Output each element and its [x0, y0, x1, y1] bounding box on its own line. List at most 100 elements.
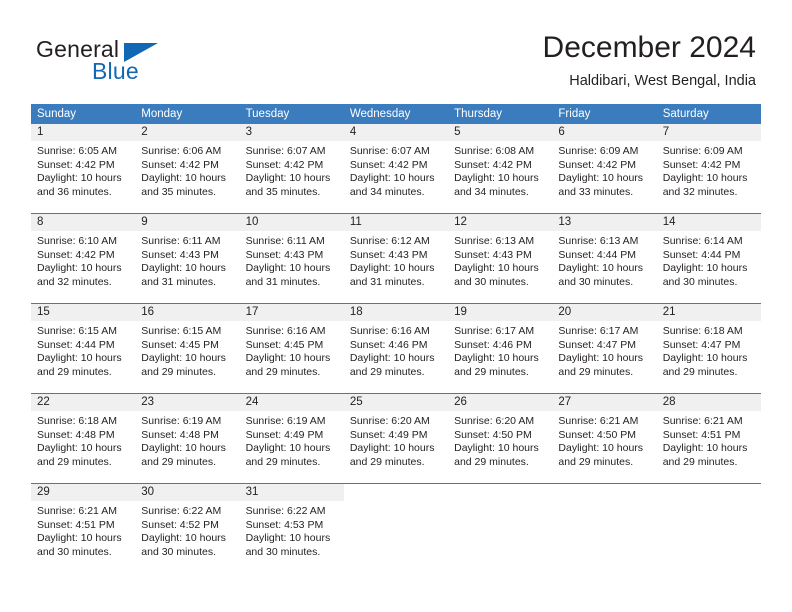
calendar-page: General Blue December 2024 Haldibari, We…	[0, 0, 792, 612]
location-subtitle: Haldibari, West Bengal, India	[569, 73, 756, 89]
day-details: Sunrise: 6:07 AM Sunset: 4:42 PM Daylight:…	[344, 141, 448, 199]
daylight-text-line1: Daylight: 10 hours	[141, 172, 226, 185]
calendar-day-cell[interactable]: 3 Sunrise: 6:07 AM Sunset: 4:42 PM Daylight…	[239, 124, 344, 213]
calendar-day-cell[interactable]: 1 Sunrise: 6:05 AM Sunset: 4:42 PM Daylight…	[31, 124, 136, 213]
calendar-day-cell[interactable]: 31 Sunrise: 6:22 AM Sunset: 4:53 PM Dayligh…	[239, 484, 344, 573]
day-number-band: 2	[135, 124, 240, 141]
calendar-day-cell[interactable]: 14 Sunrise: 6:14 AM Sunset: 4:44 PM Dayligh…	[656, 214, 761, 303]
day-number-band	[344, 484, 448, 501]
calendar-day-cell[interactable]: 30 Sunrise: 6:22 AM Sunset: 4:52 PM Dayligh…	[135, 484, 240, 573]
calendar-day-cell[interactable]: 29 Sunrise: 6:21 AM Sunset: 4:51 PM Dayligh…	[31, 484, 136, 573]
day-details: Sunrise: 6:16 AM Sunset: 4:45 PM Daylight:…	[240, 321, 344, 379]
day-number-band: 28	[656, 394, 761, 411]
day-details: Sunrise: 6:09 AM Sunset: 4:42 PM Daylight:…	[657, 141, 761, 199]
daylight-text-line1: Daylight: 10 hours	[37, 262, 122, 275]
calendar-day-cell[interactable]: 5 Sunrise: 6:08 AM Sunset: 4:42 PM Daylight…	[448, 124, 553, 213]
day-details: Sunrise: 6:10 AM Sunset: 4:42 PM Daylight:…	[31, 231, 135, 289]
sunset-text: Sunset: 4:46 PM	[349, 338, 428, 351]
calendar-day-cell[interactable]: 18 Sunrise: 6:16 AM Sunset: 4:46 PM Dayligh…	[343, 304, 449, 393]
day-number: 11	[349, 216, 362, 228]
sunset-text: Sunset: 4:50 PM	[454, 428, 532, 441]
weekday-thursday: Thursday	[454, 108, 503, 120]
calendar-day-cell[interactable]: 6 Sunrise: 6:09 AM Sunset: 4:42 PM Daylight…	[552, 124, 657, 213]
day-number-band: 10	[239, 214, 344, 231]
daylight-text-line1: Daylight: 10 hours	[558, 442, 644, 455]
daylight-text-line1: Daylight: 10 hours	[349, 262, 435, 275]
day-details: Sunrise: 6:20 AM Sunset: 4:49 PM Daylight:…	[344, 411, 448, 469]
day-number-band: 24	[239, 394, 344, 411]
calendar-day-cell[interactable]: 11 Sunrise: 6:12 AM Sunset: 4:43 PM Dayligh…	[343, 214, 449, 303]
sunrise-text: Sunrise: 6:07 AM	[349, 145, 430, 157]
day-number: 16	[141, 306, 155, 318]
calendar-day-cell[interactable]: 10 Sunrise: 6:11 AM Sunset: 4:43 PM Dayligh…	[239, 214, 344, 303]
sunrise-text: Sunrise: 6:20 AM	[349, 415, 430, 427]
calendar-day-cell[interactable]: 27 Sunrise: 6:21 AM Sunset: 4:50 PM Dayligh…	[552, 394, 657, 483]
sunset-text: Sunset: 4:43 PM	[141, 248, 219, 261]
sunrise-text: Sunrise: 6:12 AM	[349, 235, 430, 247]
calendar-day-cell[interactable]: 8 Sunrise: 6:10 AM Sunset: 4:42 PM Daylight…	[31, 214, 136, 303]
daylight-text-line2: and 30 minutes.	[558, 275, 634, 288]
page-header: General Blue December 2024 Haldibari, We…	[0, 0, 792, 100]
daylight-text-line1: Daylight: 10 hours	[454, 442, 539, 455]
daylight-text-line1: Daylight: 10 hours	[558, 352, 644, 365]
calendar-day-cell-empty	[448, 484, 552, 573]
calendar-week-row: 22 Sunrise: 6:18 AM Sunset: 4:48 PM Dayligh…	[31, 393, 761, 483]
sunset-text: Sunset: 4:47 PM	[662, 338, 741, 351]
calendar-day-cell[interactable]: 24 Sunrise: 6:19 AM Sunset: 4:49 PM Dayligh…	[239, 394, 344, 483]
daylight-text-line2: and 30 minutes.	[141, 545, 216, 558]
day-number-band: 25	[343, 394, 449, 411]
sunset-text: Sunset: 4:46 PM	[454, 338, 532, 351]
calendar-day-cell[interactable]: 15 Sunrise: 6:15 AM Sunset: 4:44 PM Dayligh…	[31, 304, 136, 393]
sunset-text: Sunset: 4:52 PM	[141, 518, 219, 531]
calendar-day-cell-empty	[657, 484, 761, 573]
daylight-text-line1: Daylight: 10 hours	[454, 262, 539, 275]
calendar-day-cell[interactable]: 12 Sunrise: 6:13 AM Sunset: 4:43 PM Dayligh…	[448, 214, 553, 303]
calendar-day-cell[interactable]: 13 Sunrise: 6:13 AM Sunset: 4:44 PM Dayligh…	[552, 214, 657, 303]
daylight-text-line1: Daylight: 10 hours	[349, 352, 435, 365]
calendar-day-cell[interactable]: 23 Sunrise: 6:19 AM Sunset: 4:48 PM Dayligh…	[135, 394, 240, 483]
daylight-text-line1: Daylight: 10 hours	[558, 172, 644, 185]
day-number: 2	[141, 126, 148, 138]
day-number: 26	[454, 396, 467, 408]
day-number-band: 3	[239, 124, 344, 141]
day-number: 29	[37, 486, 50, 498]
calendar-day-cell[interactable]: 19 Sunrise: 6:17 AM Sunset: 4:46 PM Dayligh…	[448, 304, 553, 393]
calendar-day-cell[interactable]: 17 Sunrise: 6:16 AM Sunset: 4:45 PM Dayligh…	[239, 304, 344, 393]
sunrise-text: Sunrise: 6:22 AM	[141, 505, 222, 517]
sunrise-text: Sunrise: 6:08 AM	[454, 145, 535, 157]
day-number-band: 6	[552, 124, 657, 141]
sunset-text: Sunset: 4:50 PM	[558, 428, 637, 441]
day-details: Sunrise: 6:17 AM Sunset: 4:46 PM Daylight:…	[448, 321, 552, 379]
calendar-day-cell[interactable]: 9 Sunrise: 6:11 AM Sunset: 4:43 PM Daylight…	[135, 214, 240, 303]
sunset-text: Sunset: 4:43 PM	[349, 248, 428, 261]
daylight-text-line1: Daylight: 10 hours	[245, 172, 331, 185]
calendar-day-cell[interactable]: 20 Sunrise: 6:17 AM Sunset: 4:47 PM Dayligh…	[552, 304, 657, 393]
daylight-text-line1: Daylight: 10 hours	[37, 442, 122, 455]
calendar-day-cell[interactable]: 26 Sunrise: 6:20 AM Sunset: 4:50 PM Dayligh…	[448, 394, 553, 483]
daylight-text-line2: and 32 minutes.	[37, 275, 112, 288]
day-number-band: 30	[135, 484, 240, 501]
day-number-band: 8	[31, 214, 136, 231]
day-number: 19	[454, 306, 467, 318]
sunset-text: Sunset: 4:48 PM	[141, 428, 219, 441]
calendar-day-cell[interactable]: 28 Sunrise: 6:21 AM Sunset: 4:51 PM Dayligh…	[656, 394, 761, 483]
calendar-day-cell[interactable]: 22 Sunrise: 6:18 AM Sunset: 4:48 PM Dayligh…	[31, 394, 136, 483]
calendar-day-cell[interactable]: 4 Sunrise: 6:07 AM Sunset: 4:42 PM Daylight…	[343, 124, 449, 213]
calendar-day-cell[interactable]: 2 Sunrise: 6:06 AM Sunset: 4:42 PM Daylight…	[135, 124, 240, 213]
day-number-band: 14	[656, 214, 761, 231]
daylight-text-line2: and 35 minutes.	[245, 185, 321, 198]
sunrise-text: Sunrise: 6:21 AM	[662, 415, 743, 427]
general-blue-logo[interactable]: General Blue	[36, 36, 216, 88]
calendar-day-cell[interactable]: 16 Sunrise: 6:15 AM Sunset: 4:45 PM Dayligh…	[135, 304, 240, 393]
day-details: Sunrise: 6:22 AM Sunset: 4:52 PM Daylight:…	[135, 501, 239, 559]
day-details	[344, 501, 448, 505]
day-details: Sunrise: 6:13 AM Sunset: 4:44 PM Daylight:…	[552, 231, 656, 289]
calendar-day-cell[interactable]: 7 Sunrise: 6:09 AM Sunset: 4:42 PM Daylight…	[656, 124, 761, 213]
sunrise-text: Sunrise: 6:21 AM	[37, 505, 117, 517]
calendar-day-cell[interactable]: 21 Sunrise: 6:18 AM Sunset: 4:47 PM Dayligh…	[656, 304, 761, 393]
day-number-band	[448, 484, 552, 501]
day-number: 22	[37, 396, 50, 408]
day-number: 4	[349, 126, 357, 138]
day-details: Sunrise: 6:07 AM Sunset: 4:42 PM Daylight:…	[240, 141, 344, 199]
calendar-day-cell[interactable]: 25 Sunrise: 6:20 AM Sunset: 4:49 PM Dayligh…	[343, 394, 449, 483]
